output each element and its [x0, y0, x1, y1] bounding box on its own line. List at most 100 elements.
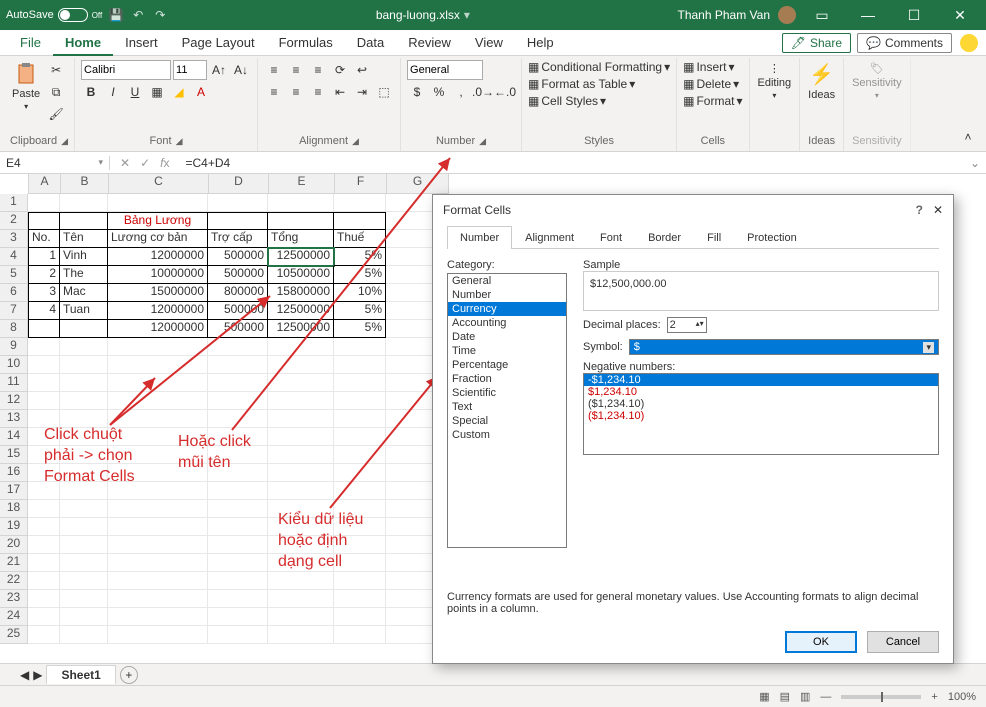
- cell[interactable]: [28, 554, 60, 572]
- cell[interactable]: [268, 608, 334, 626]
- cell[interactable]: 12000000: [108, 302, 208, 320]
- row-header[interactable]: 8: [0, 320, 28, 338]
- sheet-tab[interactable]: Sheet1: [46, 665, 115, 684]
- cell[interactable]: [60, 626, 108, 644]
- cell[interactable]: [60, 482, 108, 500]
- cell[interactable]: [108, 392, 208, 410]
- cell[interactable]: 5%: [334, 248, 386, 266]
- align-top-icon[interactable]: ≡: [264, 60, 284, 80]
- cell[interactable]: [208, 428, 268, 446]
- category-item[interactable]: Time: [448, 344, 566, 358]
- ideas-button[interactable]: ⚡ Ideas: [806, 60, 837, 133]
- cell[interactable]: [108, 608, 208, 626]
- tab-formulas[interactable]: Formulas: [267, 30, 345, 56]
- zoom-slider[interactable]: [841, 695, 921, 699]
- undo-icon[interactable]: ↶: [130, 7, 146, 23]
- cell[interactable]: 5%: [334, 320, 386, 338]
- cell[interactable]: [208, 392, 268, 410]
- cell[interactable]: [208, 446, 268, 464]
- cell[interactable]: Lương cơ bản: [108, 230, 208, 248]
- view-normal-icon[interactable]: ▦: [759, 690, 769, 703]
- cell[interactable]: [268, 464, 334, 482]
- dec-decimal-icon[interactable]: ←.0: [495, 82, 515, 102]
- col-header[interactable]: G: [387, 174, 449, 194]
- delete-cells-button[interactable]: ▦ Delete ▾: [683, 77, 739, 91]
- cell[interactable]: 15000000: [108, 284, 208, 302]
- cell[interactable]: [334, 194, 386, 212]
- cell[interactable]: [208, 482, 268, 500]
- cell[interactable]: [334, 338, 386, 356]
- cell[interactable]: 5%: [334, 302, 386, 320]
- col-header[interactable]: E: [269, 174, 335, 194]
- row-header[interactable]: 24: [0, 608, 28, 626]
- dialog-titlebar[interactable]: Format Cells ?✕: [433, 195, 953, 225]
- number-format-combo[interactable]: [407, 60, 483, 80]
- cell[interactable]: [268, 428, 334, 446]
- cell[interactable]: [268, 338, 334, 356]
- cell[interactable]: [268, 212, 334, 230]
- category-item[interactable]: Text: [448, 400, 566, 414]
- align-left-icon[interactable]: ≡: [264, 82, 284, 102]
- cell[interactable]: [108, 518, 208, 536]
- border-icon[interactable]: ▦: [147, 82, 167, 102]
- dialog-close-icon[interactable]: ✕: [933, 203, 943, 217]
- cell[interactable]: [28, 572, 60, 590]
- dialog-launcher-icon[interactable]: ◢: [61, 136, 68, 147]
- col-header[interactable]: F: [335, 174, 387, 194]
- cell[interactable]: [208, 410, 268, 428]
- cell[interactable]: [334, 590, 386, 608]
- cell[interactable]: 800000: [208, 284, 268, 302]
- insert-cells-button[interactable]: ▦ Insert ▾: [683, 60, 734, 74]
- row-header[interactable]: 6: [0, 284, 28, 302]
- paste-button[interactable]: Paste▾: [10, 60, 42, 113]
- tab-pagelayout[interactable]: Page Layout: [170, 30, 267, 56]
- cancel-button[interactable]: Cancel: [867, 631, 939, 653]
- fx-icon[interactable]: fx: [160, 156, 169, 170]
- cell[interactable]: 5%: [334, 266, 386, 284]
- col-header[interactable]: A: [29, 174, 61, 194]
- cell[interactable]: [28, 500, 60, 518]
- cell[interactable]: 500000: [208, 248, 268, 266]
- cell[interactable]: 3: [28, 284, 60, 302]
- row-header[interactable]: 5: [0, 266, 28, 284]
- cell[interactable]: [334, 464, 386, 482]
- cell[interactable]: [334, 428, 386, 446]
- cell[interactable]: [108, 194, 208, 212]
- cell[interactable]: [28, 194, 60, 212]
- cell[interactable]: [28, 320, 60, 338]
- row-header[interactable]: 1: [0, 194, 28, 212]
- dialog-tab-protection[interactable]: Protection: [734, 226, 810, 249]
- cell[interactable]: [28, 428, 60, 446]
- row-header[interactable]: 2: [0, 212, 28, 230]
- cell[interactable]: [28, 626, 60, 644]
- cell[interactable]: [60, 392, 108, 410]
- cell[interactable]: [60, 608, 108, 626]
- cell[interactable]: [108, 338, 208, 356]
- cell[interactable]: 1: [28, 248, 60, 266]
- cell[interactable]: [108, 356, 208, 374]
- cut-icon[interactable]: ✂: [46, 60, 66, 80]
- cell[interactable]: 500000: [208, 320, 268, 338]
- cell[interactable]: [208, 338, 268, 356]
- next-sheet-icon[interactable]: ▶: [33, 668, 42, 682]
- cell[interactable]: [334, 518, 386, 536]
- share-button[interactable]: 🖊Share: [782, 33, 851, 53]
- row-header[interactable]: 14: [0, 428, 28, 446]
- cell[interactable]: [28, 590, 60, 608]
- cell[interactable]: [334, 392, 386, 410]
- cell[interactable]: [208, 626, 268, 644]
- category-item[interactable]: Scientific: [448, 386, 566, 400]
- negnum-item[interactable]: ($1,234.10): [584, 398, 938, 410]
- cell[interactable]: [334, 410, 386, 428]
- negnum-item[interactable]: $1,234.10: [584, 386, 938, 398]
- cell[interactable]: [268, 590, 334, 608]
- comma-icon[interactable]: ,: [451, 82, 471, 102]
- cell[interactable]: [208, 356, 268, 374]
- row-header[interactable]: 25: [0, 626, 28, 644]
- cell[interactable]: [108, 536, 208, 554]
- row-header[interactable]: 18: [0, 500, 28, 518]
- cell[interactable]: [60, 464, 108, 482]
- cell[interactable]: [60, 320, 108, 338]
- save-icon[interactable]: 💾: [108, 7, 124, 23]
- cell[interactable]: [28, 374, 60, 392]
